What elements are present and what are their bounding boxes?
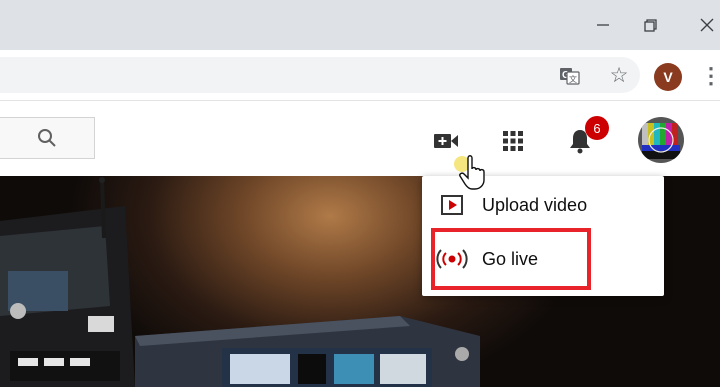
upload-video-icon bbox=[422, 195, 482, 215]
maximize-button[interactable] bbox=[633, 8, 667, 42]
translate-button[interactable]: G 文 bbox=[558, 64, 582, 88]
apps-grid-icon bbox=[503, 131, 523, 151]
notification-count-badge: 6 bbox=[585, 116, 609, 140]
browser-titlebar bbox=[0, 0, 720, 50]
upload-video-label: Upload video bbox=[482, 194, 588, 215]
browser-profile-avatar[interactable]: V bbox=[654, 63, 682, 91]
youtube-apps-button[interactable] bbox=[501, 129, 525, 153]
close-icon bbox=[700, 18, 714, 32]
search-button[interactable] bbox=[0, 117, 95, 159]
hand-cursor-icon bbox=[454, 155, 485, 190]
translate-icon: G 文 bbox=[560, 68, 580, 85]
restore-icon bbox=[644, 19, 657, 32]
create-video-button[interactable] bbox=[432, 129, 460, 153]
go-live-highlight-box bbox=[431, 228, 591, 290]
browser-menu-icon[interactable]: ⋮ bbox=[700, 62, 720, 90]
minimize-button[interactable] bbox=[586, 8, 620, 42]
youtube-header bbox=[0, 101, 720, 176]
youtube-profile-avatar[interactable] bbox=[638, 117, 684, 163]
test-pattern-avatar-image bbox=[638, 117, 684, 163]
minimize-icon bbox=[597, 24, 609, 26]
bookmark-star-icon[interactable]: ☆ bbox=[606, 62, 632, 88]
video-camera-plus-icon bbox=[434, 134, 458, 148]
search-icon bbox=[38, 129, 56, 147]
svg-text:文: 文 bbox=[569, 74, 577, 84]
close-button[interactable] bbox=[690, 8, 720, 42]
address-bar[interactable] bbox=[0, 57, 640, 93]
